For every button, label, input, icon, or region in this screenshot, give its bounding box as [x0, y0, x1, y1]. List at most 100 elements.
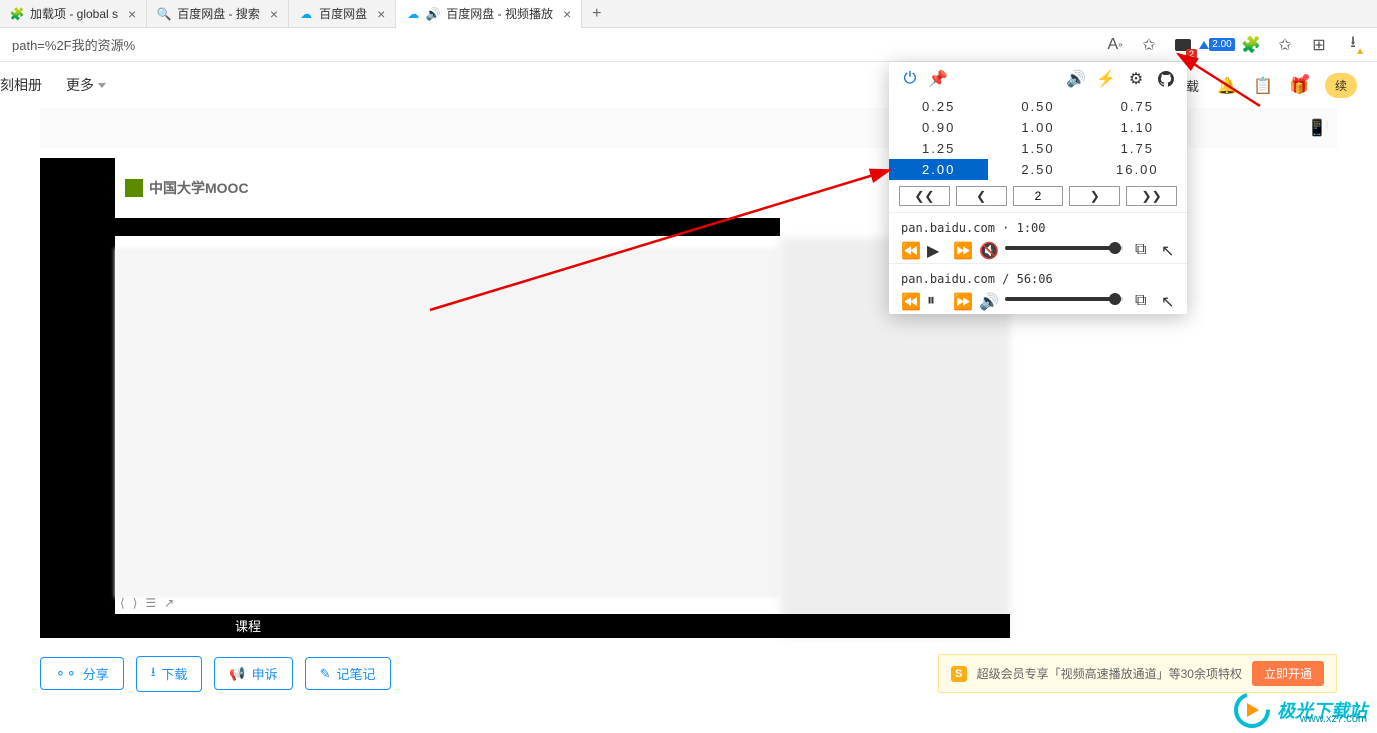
- add-favorite-icon[interactable]: ✩: [1139, 35, 1159, 55]
- pip-icon[interactable]: ⧉: [1135, 292, 1149, 306]
- cursor-icon[interactable]: ↖: [1161, 292, 1175, 306]
- close-icon[interactable]: ×: [563, 6, 571, 22]
- tab-addons[interactable]: 🧩 加载项 - global s ×: [0, 0, 147, 28]
- downloads-icon[interactable]: ⭳▲: [1343, 35, 1363, 55]
- new-tab-button[interactable]: +: [582, 5, 611, 23]
- share-icon: ⚬⚬: [55, 666, 77, 682]
- pause-icon[interactable]: ⏸: [927, 292, 941, 306]
- pin-icon[interactable]: 📌: [929, 70, 947, 88]
- gift-icon[interactable]: 🎁: [1289, 76, 1307, 94]
- speed-preset-0.25[interactable]: 0.25: [889, 96, 988, 117]
- nav-more-label: 更多: [66, 75, 94, 95]
- speed-next-button[interactable]: ❯: [1069, 186, 1120, 206]
- cursor-icon[interactable]: ↖: [1161, 241, 1175, 255]
- github-icon[interactable]: [1157, 70, 1175, 88]
- close-icon[interactable]: ×: [128, 6, 136, 22]
- baidu-icon: ☁: [299, 7, 313, 21]
- speed-prev-button[interactable]: ❮: [956, 186, 1007, 206]
- expand-icon[interactable]: ↗: [164, 596, 174, 610]
- volume-icon[interactable]: 🔊: [979, 292, 993, 306]
- action-buttons: ⚬⚬ 分享 ⭳ 下载 📢 申诉 ✎ 记笔记 S 超级会员专享「视频高速播放通道」…: [40, 654, 1337, 693]
- gear-icon[interactable]: ⚙: [1127, 70, 1145, 88]
- globe-icon: 🧩: [10, 7, 24, 21]
- play-icon[interactable]: ▶: [927, 241, 941, 255]
- speed-preset-0.90[interactable]: 0.90: [889, 117, 988, 138]
- megaphone-icon: 📢: [229, 666, 245, 682]
- extensions-icon[interactable]: 🧩: [1241, 35, 1261, 55]
- tab-search[interactable]: 🔍 百度网盘 - 搜索 ×: [147, 0, 289, 28]
- tab-video-player[interactable]: ☁ 🔊 百度网盘 - 视频播放 ×: [396, 0, 582, 28]
- tab-baidupan[interactable]: ☁ 百度网盘 ×: [289, 0, 396, 28]
- mooc-icon: [125, 179, 143, 197]
- favorites-icon[interactable]: ✩: [1275, 35, 1295, 55]
- forward-icon[interactable]: ⏩: [953, 241, 967, 255]
- speaker-icon: 🔊: [426, 7, 440, 21]
- vip-cta-button[interactable]: 立即开通: [1252, 661, 1324, 686]
- speed-control-popup: ⏻ 📌 🔊 ⚡ ⚙ 0.250.500.750.901.001.101.251.…: [889, 62, 1187, 314]
- nav-album[interactable]: 刻相册: [0, 75, 42, 95]
- clipboard-icon[interactable]: 📋: [1253, 76, 1271, 94]
- video-player[interactable]: 中国大学MOOC ⟨ ⟩ ☰ ↗ 课程: [40, 158, 1010, 638]
- baidu-icon: ☁: [406, 7, 420, 21]
- speed-preset-1.75[interactable]: 1.75: [1088, 138, 1187, 159]
- speed-preset-1.00[interactable]: 1.00: [988, 117, 1087, 138]
- speed-first-button[interactable]: ❮❮: [899, 186, 950, 206]
- speed-extension-icon[interactable]: 2.00: [1207, 35, 1227, 55]
- speed-preset-1.50[interactable]: 1.50: [988, 138, 1087, 159]
- next-icon[interactable]: ⟩: [133, 596, 138, 610]
- chevron-down-icon: [98, 83, 106, 88]
- speed-preset-1.25[interactable]: 1.25: [889, 138, 988, 159]
- media-label-1: pan.baidu.com · 1:00: [901, 221, 1175, 235]
- speed-input[interactable]: 2: [1013, 186, 1064, 206]
- renew-button[interactable]: 续: [1325, 73, 1357, 98]
- list-icon[interactable]: ☰: [145, 596, 156, 610]
- speed-preset-2.50[interactable]: 2.50: [988, 159, 1087, 180]
- speed-preset-grid: 0.250.500.75 0.901.001.10 1.251.501.75 2.00…: [889, 96, 1187, 180]
- mooc-label: 中国大学MOOC: [149, 178, 249, 198]
- player-mini-controls: ⟨ ⟩ ☰ ↗: [120, 596, 174, 610]
- download-button[interactable]: ⭳ 下载: [136, 656, 203, 692]
- speed-last-button[interactable]: ❯❯: [1126, 186, 1177, 206]
- rewind-icon[interactable]: ⏪: [901, 241, 915, 255]
- read-aloud-icon[interactable]: A»: [1105, 35, 1125, 55]
- mute-icon[interactable]: 🔇: [979, 241, 993, 255]
- tab-label: 百度网盘 - 搜索: [177, 5, 260, 22]
- close-icon[interactable]: ×: [270, 6, 278, 22]
- volume-slider-2[interactable]: [1005, 297, 1123, 301]
- speed-preset-2.00[interactable]: 2.00: [889, 159, 988, 180]
- mooc-logo: 中国大学MOOC: [125, 178, 249, 198]
- speed-preset-0.75[interactable]: 0.75: [1088, 96, 1187, 117]
- video-strip: [115, 218, 780, 236]
- close-icon[interactable]: ×: [377, 6, 385, 22]
- mobile-icon[interactable]: 📱: [1307, 118, 1327, 138]
- speed-preset-1.10[interactable]: 1.10: [1088, 117, 1187, 138]
- volume-slider-1[interactable]: [1005, 246, 1123, 250]
- power-icon[interactable]: ⏻: [901, 70, 919, 88]
- bell-icon[interactable]: 🔔: [1217, 76, 1235, 94]
- notes-button[interactable]: ✎ 记笔记: [305, 657, 391, 690]
- subtitle-text: 课程: [235, 619, 261, 634]
- vip-badge-icon: S: [951, 666, 967, 682]
- volume-icon[interactable]: 🔊: [1067, 70, 1085, 88]
- pencil-icon: ✎: [320, 666, 331, 682]
- speed-preset-16.00[interactable]: 16.00: [1088, 159, 1187, 180]
- url-input[interactable]: [8, 37, 1105, 52]
- appeal-button[interactable]: 📢 申诉: [214, 657, 292, 690]
- watermark-icon: [1233, 691, 1271, 729]
- extension-icon[interactable]: 2: [1173, 35, 1193, 55]
- pip-icon[interactable]: ⧉: [1135, 241, 1149, 255]
- watermark-url: www.xz7.com: [1300, 713, 1367, 725]
- download-icon: ⭳: [151, 663, 156, 685]
- media-block-1: pan.baidu.com · 1:00 ⏪ ▶ ⏩ 🔇 ⧉ ↖: [889, 212, 1187, 263]
- share-button[interactable]: ⚬⚬ 分享: [40, 657, 124, 690]
- rewind-icon[interactable]: ⏪: [901, 292, 915, 306]
- bolt-icon[interactable]: ⚡: [1097, 70, 1115, 88]
- forward-icon[interactable]: ⏩: [953, 292, 967, 306]
- notes-label: 记笔记: [337, 664, 376, 683]
- prev-icon[interactable]: ⟨: [120, 596, 125, 610]
- speed-preset-0.50[interactable]: 0.50: [988, 96, 1087, 117]
- nav-more[interactable]: 更多: [66, 75, 106, 95]
- media-controls-2: ⏪ ⏸ ⏩ 🔊 ⧉ ↖: [901, 292, 1175, 306]
- download-label: 下载: [161, 664, 187, 683]
- collections-icon[interactable]: ⊞: [1309, 35, 1329, 55]
